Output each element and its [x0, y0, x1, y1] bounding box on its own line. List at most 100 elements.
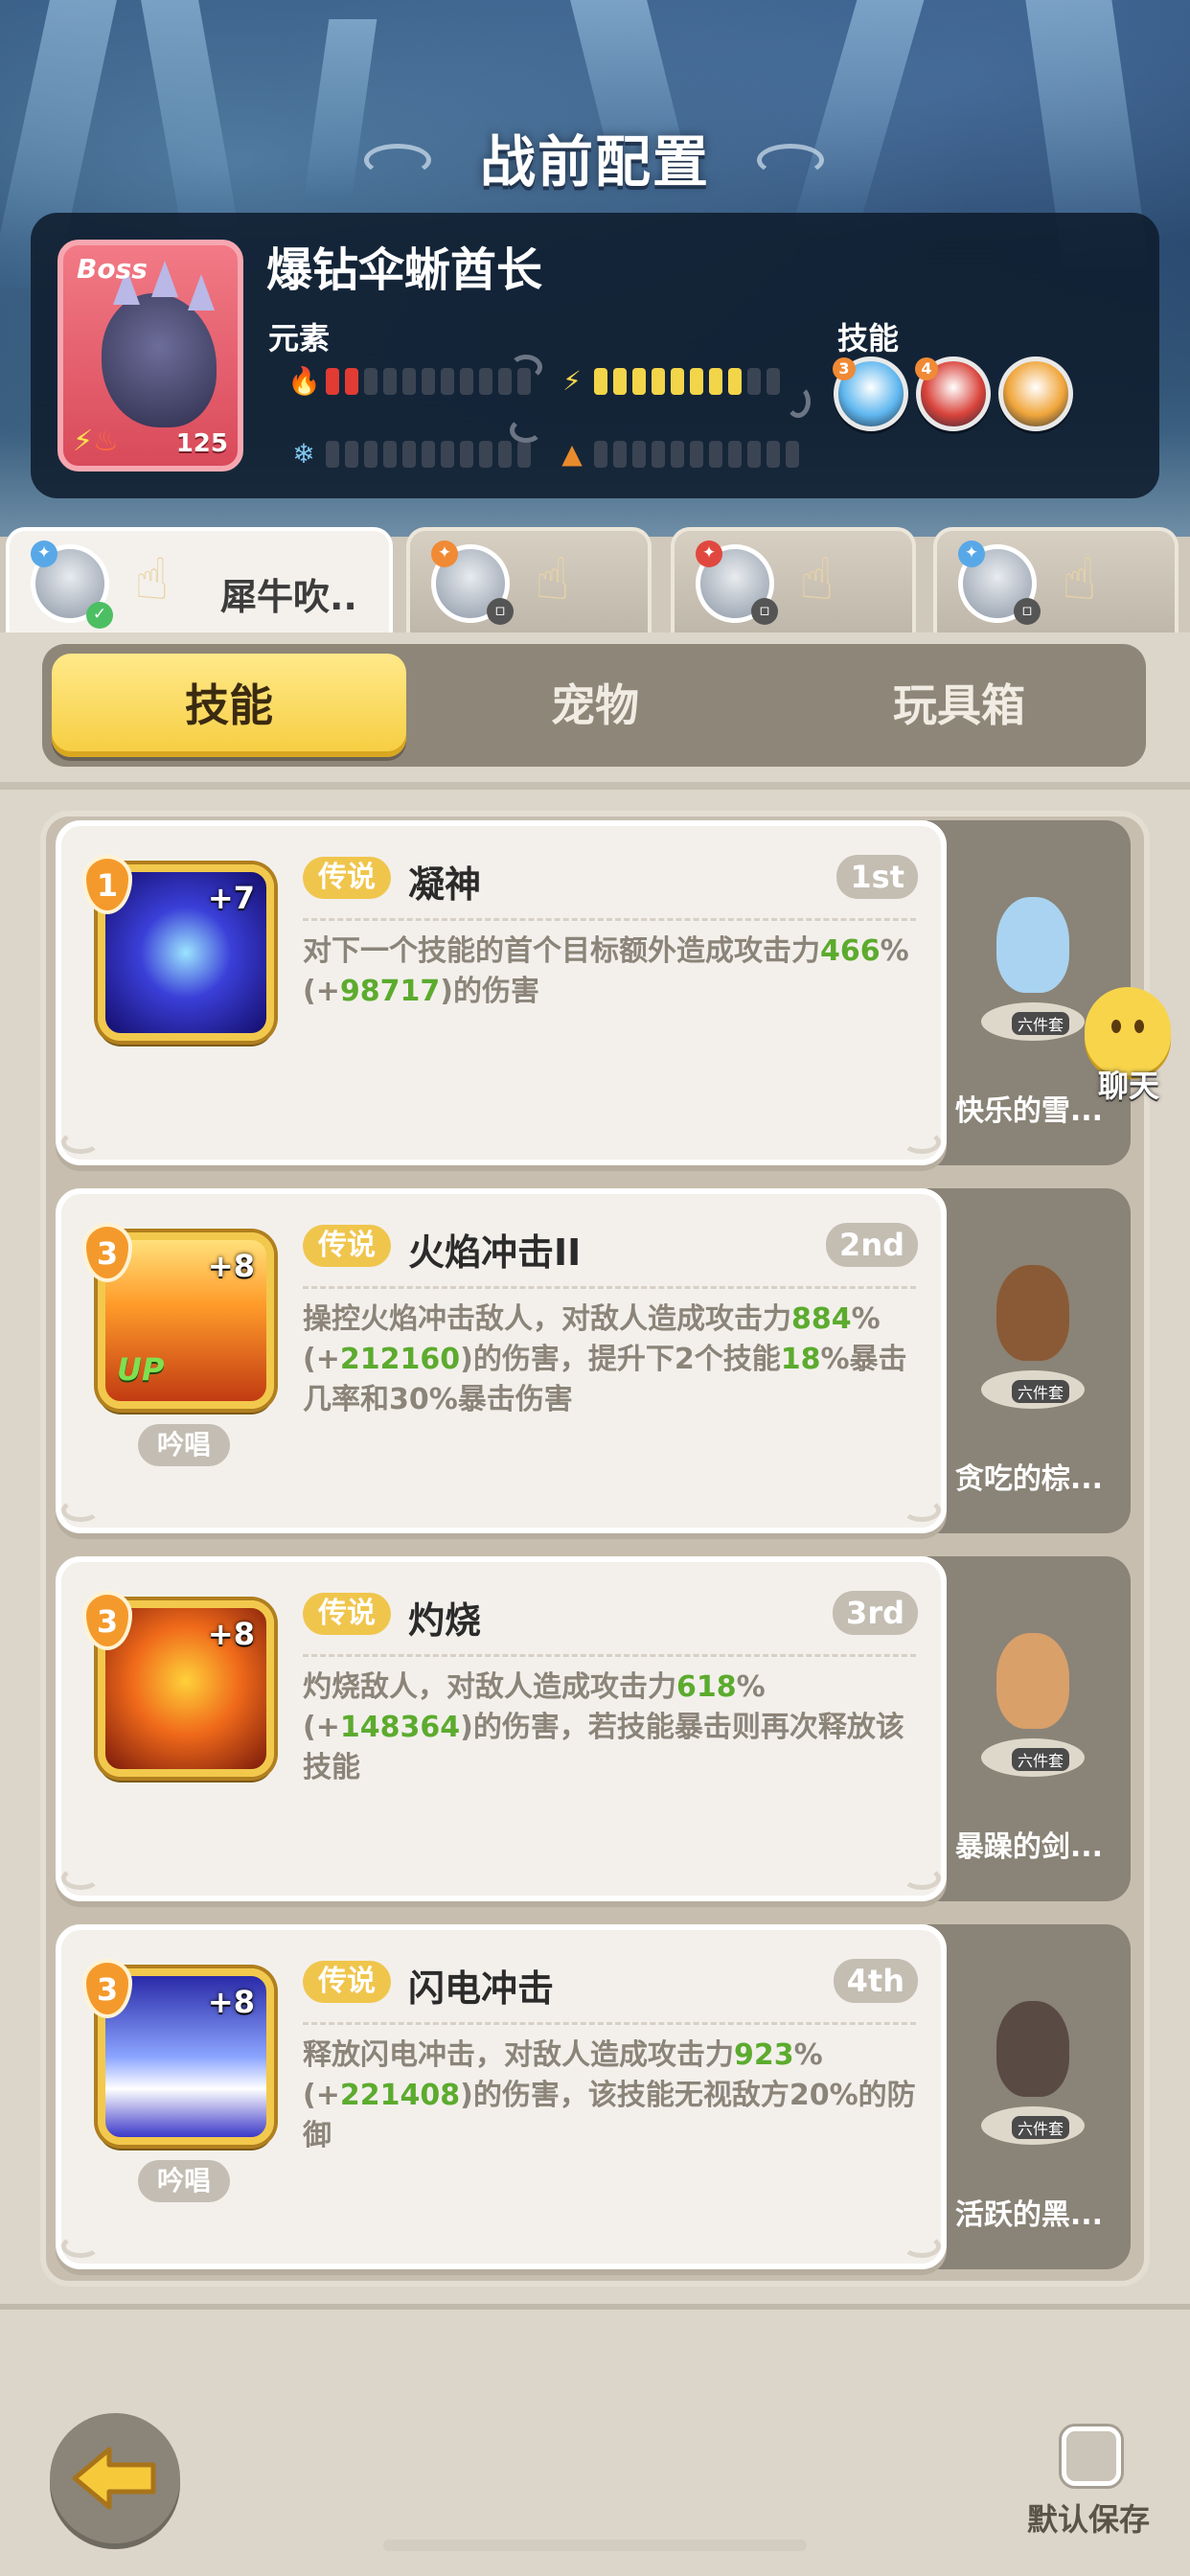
- element-label: 元素: [268, 320, 331, 356]
- element-segment: [594, 441, 607, 468]
- boss-info-panel: Boss ⚡♨ 125 爆钻伞蜥酋长 元素 技能 🔥 ⚡ ❄ ▲ 3 4: [31, 213, 1159, 498]
- pet-set-tag: 六件套: [1012, 1748, 1070, 1771]
- element-segment: [479, 368, 492, 395]
- element-segment: [652, 441, 665, 468]
- dashed-divider: [303, 1286, 916, 1289]
- tab-skills[interactable]: 技能: [52, 654, 406, 757]
- tab-pets[interactable]: 宠物: [418, 654, 772, 757]
- desc-text: )的伤害: [440, 975, 539, 1008]
- tab-toybox[interactable]: 玩具箱: [782, 654, 1136, 757]
- chant-tag: 吟唱: [138, 2160, 230, 2202]
- lightning-icon: ⚡: [562, 365, 582, 397]
- like-hand-icon[interactable]: ☝: [535, 546, 570, 613]
- dark-bird-skill-icon[interactable]: 4: [915, 356, 991, 431]
- element-segment: [422, 368, 435, 395]
- element-segment: [498, 368, 512, 395]
- desc-value: 18: [780, 1343, 821, 1376]
- skill-order-tag: 1st: [836, 855, 918, 899]
- element-segment: [747, 368, 761, 395]
- back-button[interactable]: [50, 2413, 180, 2543]
- pet-image: [996, 2001, 1069, 2097]
- crown-skill-icon[interactable]: [998, 356, 1073, 431]
- skill-description: 对下一个技能的首个目标额外造成攻击力466%(+98717)的伤害: [303, 932, 926, 1012]
- skill-card[interactable]: 3 +8 传说 灼烧 3rd 灼烧敌人，对敌人造成攻击力618%(+148364…: [56, 1556, 947, 1901]
- skill-description: 灼烧敌人，对敌人造成攻击力618%(+148364)的伤害，若技能暴击则再次释放…: [303, 1668, 926, 1788]
- rarity-badge: 传说: [303, 1593, 391, 1635]
- default-save-checkbox[interactable]: [1062, 2426, 1121, 2486]
- ready-check-icon: ✓: [86, 602, 113, 629]
- dragon-spike: [188, 274, 215, 310]
- desc-value: 884: [791, 1302, 852, 1336]
- orb-level-badge: 3: [833, 357, 856, 380]
- player-name: 犀牛吹..: [220, 576, 357, 618]
- element-segment: [460, 441, 473, 468]
- skill-card[interactable]: 3 +8 吟唱 传说 闪电冲击 4th 释放闪电冲击，对敌人造成攻击力923%(…: [56, 1924, 947, 2269]
- boss-dragon-image: [102, 293, 217, 427]
- skill-name: 凝神: [408, 863, 482, 906]
- pet-slot[interactable]: 六件套 暴躁的剑...: [927, 1556, 1131, 1901]
- pet-image: [996, 1265, 1069, 1361]
- pet-figure: 六件套: [975, 1246, 1090, 1409]
- element-segment: [709, 368, 722, 395]
- corner-decoration: [61, 1867, 100, 1890]
- chat-status-icon: ▫: [487, 598, 514, 625]
- pet-figure: 六件套: [975, 1982, 1090, 2145]
- player-tab-3[interactable]: ✦ ▫ ☝: [671, 527, 916, 632]
- boss-name: 爆钻伞蜥酋长: [266, 243, 543, 297]
- element-segment: [690, 441, 703, 468]
- chat-label: 聊天: [1097, 1068, 1159, 1104]
- ice-shard-skill-icon[interactable]: 3: [833, 356, 908, 431]
- element-segment: [517, 441, 531, 468]
- pet-slot[interactable]: 六件套 活跃的黑...: [927, 1924, 1131, 2269]
- like-hand-icon[interactable]: ☝: [799, 546, 835, 613]
- like-hand-icon[interactable]: ☝: [1062, 546, 1097, 613]
- swap-arrow-icon: [510, 418, 542, 443]
- pet-set-tag: 六件套: [1012, 1380, 1070, 1403]
- element-segment: [402, 368, 416, 395]
- pet-figure: 六件套: [975, 1614, 1090, 1777]
- skill-order-tag: 2nd: [826, 1223, 918, 1267]
- pet-image: [996, 897, 1069, 993]
- desc-text: 操控火焰冲击敌人，对敌人造成攻击力: [303, 1302, 791, 1336]
- skill-name: 火焰冲击II: [408, 1231, 582, 1274]
- player-tab-2[interactable]: ✦ ▫ ☝: [406, 527, 652, 632]
- element-segment: [345, 368, 358, 395]
- pet-slot[interactable]: 六件套 贪吃的棕...: [927, 1188, 1131, 1533]
- element-segment: [690, 368, 703, 395]
- fire-icon: 🔥: [287, 365, 321, 397]
- skill-description: 释放闪电冲击，对敌人造成攻击力923%(+221408)的伤害，该技能无视敌方2…: [303, 2036, 926, 2156]
- element-segment: [364, 368, 378, 395]
- skill-card[interactable]: 3 +8 UP 吟唱 传说 火焰冲击II 2nd 操控火焰冲击敌人，对敌人造成攻…: [56, 1188, 947, 1533]
- boss-portrait[interactable]: Boss ⚡♨ 125: [57, 240, 243, 472]
- pet-image: [996, 1633, 1069, 1729]
- skill-card[interactable]: 1 +7 传说 凝神 1st 对下一个技能的首个目标额外造成攻击力466%(+9…: [56, 820, 947, 1165]
- element-segment: [613, 441, 627, 468]
- default-save-label: 默认保存: [1027, 2501, 1151, 2538]
- pet-set-tag: 六件套: [1012, 1012, 1070, 1035]
- class-badge-icon: ✦: [31, 540, 57, 567]
- ice-icon: ❄: [292, 438, 315, 470]
- rarity-badge: 传说: [303, 1961, 391, 2003]
- player-tab-1[interactable]: ✦ ✓ ☝ 犀牛吹..: [6, 527, 393, 642]
- element-segment: [422, 441, 435, 468]
- corner-decoration: [61, 1131, 100, 1154]
- boss-tag: Boss: [77, 253, 148, 285]
- element-segment: [613, 368, 627, 395]
- player-tab-4[interactable]: ✦ ▫ ☝: [933, 527, 1179, 632]
- skill-order-tag: 4th: [833, 1959, 918, 2003]
- skill-name: 灼烧: [408, 1599, 482, 1642]
- swap-arrow-icon: [510, 355, 542, 380]
- like-hand-icon[interactable]: ☝: [134, 546, 170, 613]
- element-bar-ice: ❄: [287, 437, 531, 472]
- element-segment: [747, 441, 761, 468]
- desc-text: 对下一个技能的首个目标额外造成攻击力: [303, 934, 820, 968]
- class-badge-icon: ✦: [431, 540, 458, 567]
- dashed-divider: [303, 1654, 916, 1657]
- element-segment: [594, 368, 607, 395]
- dashed-divider: [303, 2022, 916, 2025]
- element-segment: [728, 441, 742, 468]
- rarity-badge: 传说: [303, 857, 391, 899]
- category-tabs: 技能 宠物 玩具箱: [42, 644, 1146, 767]
- element-segment: [460, 368, 473, 395]
- chat-button[interactable]: 聊天: [1071, 987, 1177, 1104]
